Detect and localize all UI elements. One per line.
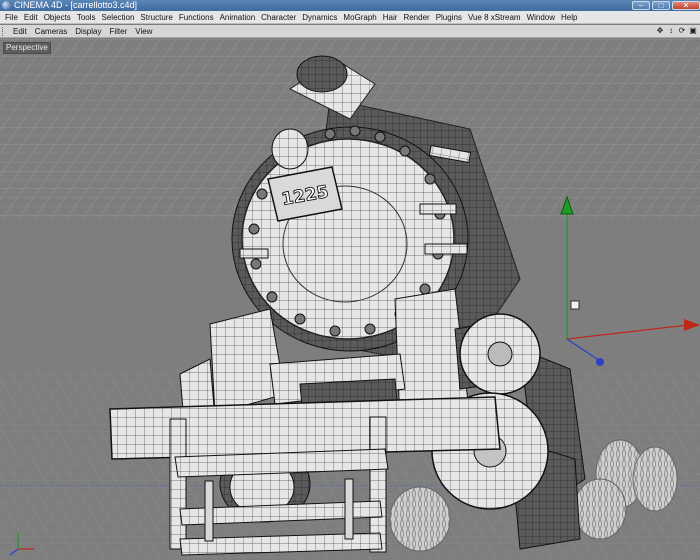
menu-functions[interactable]: Functions xyxy=(176,11,217,24)
viewport-nav-icons: ✥ ↕ ⟳ ▣ xyxy=(655,26,700,36)
toggle-layout-icon[interactable]: ▣ xyxy=(688,26,698,36)
maximize-button[interactable]: □ xyxy=(652,1,670,10)
menu-edit[interactable]: Edit xyxy=(21,11,41,24)
menu-structure[interactable]: Structure xyxy=(137,11,175,24)
menu-hair[interactable]: Hair xyxy=(380,11,401,24)
menu-window[interactable]: Window xyxy=(524,11,558,24)
cinema4d-app-icon xyxy=(2,1,11,10)
menu-vue-xstream[interactable]: Vue 8 xStream xyxy=(465,11,524,24)
menu-tools[interactable]: Tools xyxy=(74,11,99,24)
move-view-icon[interactable]: ✥ xyxy=(655,26,665,36)
menu-help[interactable]: Help xyxy=(558,11,580,24)
viewport-menu-cameras[interactable]: Cameras xyxy=(31,25,71,38)
axis-origin-cube[interactable] xyxy=(570,300,580,310)
title-bar: CINEMA 4D - [carrellotto3.c4d] – □ ✕ xyxy=(0,0,700,11)
viewport-menu-display[interactable]: Display xyxy=(71,25,105,38)
menu-character[interactable]: Character xyxy=(258,11,299,24)
z-axis-handle[interactable] xyxy=(596,358,604,366)
minimize-button[interactable]: – xyxy=(632,1,650,10)
toolbar-grip[interactable] xyxy=(2,26,6,36)
menu-render[interactable]: Render xyxy=(400,11,432,24)
viewport-menu-edit[interactable]: Edit xyxy=(9,25,31,38)
menu-plugins[interactable]: Plugins xyxy=(433,11,465,24)
zoom-view-icon[interactable]: ↕ xyxy=(666,26,676,36)
perspective-viewport[interactable]: 1225 Perspective xyxy=(0,39,700,560)
main-menu-bar: File Edit Objects Tools Selection Struct… xyxy=(0,11,700,24)
menu-dynamics[interactable]: Dynamics xyxy=(299,11,340,24)
menu-file[interactable]: File xyxy=(2,11,21,24)
window-title: CINEMA 4D - [carrellotto3.c4d] xyxy=(14,0,138,10)
menu-mograph[interactable]: MoGraph xyxy=(340,11,379,24)
viewport-canvas[interactable]: 1225 xyxy=(0,39,700,560)
menu-selection[interactable]: Selection xyxy=(99,11,138,24)
viewport-label[interactable]: Perspective xyxy=(3,42,51,54)
viewport-menu-filter[interactable]: Filter xyxy=(105,25,131,38)
menu-animation[interactable]: Animation xyxy=(217,11,259,24)
viewport-menu-bar: Edit Cameras Display Filter View ✥ ↕ ⟳ ▣ xyxy=(0,25,700,38)
viewport-menu-view[interactable]: View xyxy=(131,25,156,38)
close-button[interactable]: ✕ xyxy=(672,1,700,10)
menu-objects[interactable]: Objects xyxy=(41,11,74,24)
rotate-view-icon[interactable]: ⟳ xyxy=(677,26,687,36)
